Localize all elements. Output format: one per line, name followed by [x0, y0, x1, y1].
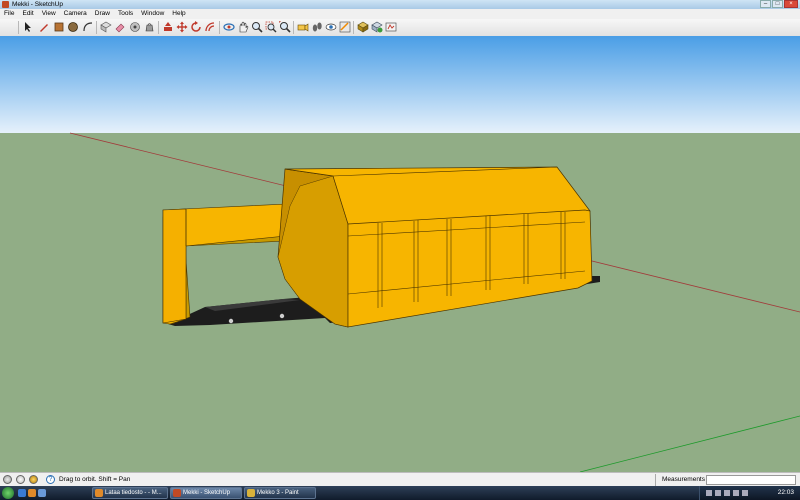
rotate-icon[interactable] — [190, 21, 202, 33]
tray-icon[interactable] — [706, 490, 712, 496]
close-button[interactable]: × — [784, 0, 798, 8]
menu-draw[interactable]: Draw — [91, 9, 114, 19]
taskbar-item-label: Mekko 3 - Paint — [257, 490, 299, 496]
zoom-icon[interactable] — [251, 21, 263, 33]
toolbar — [0, 19, 800, 37]
menu-bar: File Edit View Camera Draw Tools Window … — [0, 9, 800, 19]
zoom-extents-icon[interactable] — [279, 21, 291, 33]
maximize-button[interactable]: □ — [772, 0, 783, 8]
push-pull-icon[interactable] — [162, 21, 174, 33]
rail-bolt — [228, 318, 234, 324]
move-icon[interactable] — [176, 21, 188, 33]
measurements-label: Measurements — [662, 476, 705, 483]
status-bar: ? Drag to orbit. Shift = Pan Measurement… — [0, 472, 800, 487]
taskbar-item-sketchup[interactable]: Mekki - SketchUp — [170, 487, 242, 499]
show-desktop-icon[interactable] — [18, 489, 26, 497]
firefox-icon — [95, 489, 103, 497]
toolbar-separator — [293, 21, 294, 34]
taskbar-item-paint[interactable]: Mekko 3 - Paint — [244, 487, 316, 499]
system-tray: 22:03 — [699, 486, 800, 500]
menu-tools[interactable]: Tools — [114, 9, 137, 19]
title-bar: Mekki - SketchUp – □ × — [0, 0, 800, 9]
tape-measure-icon[interactable] — [129, 21, 141, 33]
gantry-leg — [162, 208, 187, 324]
tray-icon[interactable] — [724, 490, 730, 496]
offset-icon[interactable] — [204, 21, 216, 33]
clock[interactable]: 22:03 — [778, 486, 794, 500]
model-viewport[interactable] — [0, 36, 800, 473]
taskbar-item-browser[interactable]: Lataa tiedosto - - M... — [92, 487, 168, 499]
toolbar-separator — [96, 21, 97, 34]
circle-icon[interactable] — [67, 21, 79, 33]
geo-location-icon[interactable] — [3, 475, 12, 484]
make-component-icon[interactable] — [100, 21, 112, 33]
walkthrough-icon[interactable] — [311, 21, 323, 33]
paint-bucket-icon[interactable] — [144, 21, 156, 33]
credits-icon[interactable] — [16, 475, 25, 484]
help-icon[interactable]: ? — [46, 475, 55, 484]
rail-bolt — [279, 313, 285, 319]
sketchup-icon — [2, 1, 9, 8]
get-models-icon[interactable] — [357, 21, 369, 33]
arc-icon[interactable] — [82, 21, 94, 33]
tray-icon[interactable] — [715, 490, 721, 496]
taskbar: Lataa tiedosto - - M... Mekki - SketchUp… — [0, 486, 800, 500]
start-button[interactable] — [2, 487, 14, 499]
zoom-window-icon[interactable] — [265, 21, 277, 33]
menu-window[interactable]: Window — [137, 9, 168, 19]
menu-view[interactable]: View — [38, 9, 60, 19]
toolbar-separator — [18, 21, 19, 34]
window-title: Mekki - SketchUp — [12, 1, 63, 8]
taskbar-item-label: Mekki - SketchUp — [183, 490, 231, 496]
orbit-icon[interactable] — [223, 21, 235, 33]
select-icon[interactable] — [22, 21, 34, 33]
measurements-input[interactable] — [706, 475, 796, 485]
toolbar-separator — [219, 21, 220, 34]
firefox-icon[interactable] — [28, 489, 36, 497]
sky — [0, 36, 800, 133]
explorer-icon[interactable] — [38, 489, 46, 497]
menu-edit[interactable]: Edit — [18, 9, 37, 19]
minimize-button[interactable]: – — [760, 0, 771, 8]
taskbar-item-label: Lataa tiedosto - - M... — [105, 490, 162, 496]
window-controls: – □ × — [760, 0, 798, 9]
user-icon[interactable] — [29, 475, 38, 484]
share-model-icon[interactable] — [371, 21, 383, 33]
look-around-icon[interactable] — [325, 21, 337, 33]
status-divider — [655, 474, 656, 486]
menu-camera[interactable]: Camera — [60, 9, 91, 19]
toolbar-separator — [353, 21, 354, 34]
eraser-icon[interactable] — [114, 21, 126, 33]
paint-icon — [247, 489, 255, 497]
pencil-icon[interactable] — [38, 21, 50, 33]
component-icon[interactable] — [385, 21, 397, 33]
rectangle-icon[interactable] — [53, 21, 65, 33]
menu-help[interactable]: Help — [168, 9, 189, 19]
network-icon[interactable] — [733, 490, 739, 496]
toolbar-separator — [158, 21, 159, 34]
menu-file[interactable]: File — [0, 9, 18, 19]
status-hint: Drag to orbit. Shift = Pan — [59, 476, 131, 483]
sketchup-icon — [173, 489, 181, 497]
pan-icon[interactable] — [237, 21, 249, 33]
section-plane-icon[interactable] — [339, 21, 351, 33]
volume-icon[interactable] — [742, 490, 748, 496]
position-camera-icon[interactable] — [297, 21, 309, 33]
scene-canvas[interactable] — [0, 36, 800, 473]
